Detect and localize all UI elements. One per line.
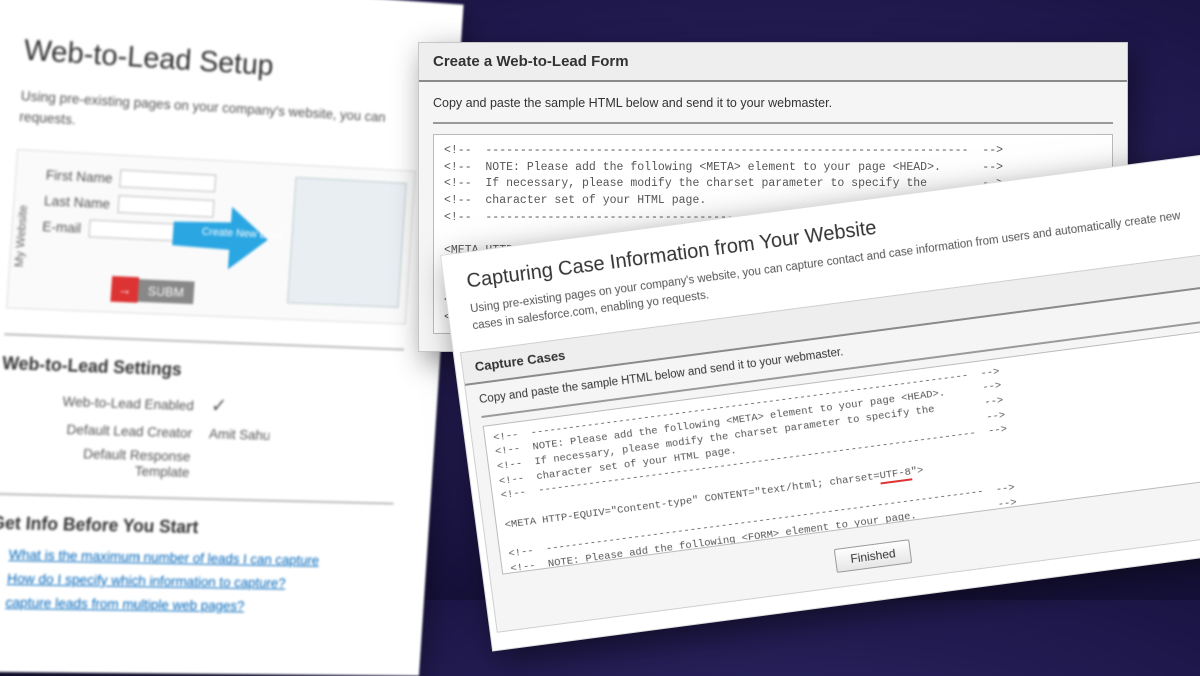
settings-block: Web-to-Lead Enabled ✓ Default Lead Creat… — [0, 386, 401, 485]
setting-label-template: Default Response Template — [24, 444, 191, 480]
finished-button[interactable]: Finished — [834, 539, 912, 573]
section-divider — [4, 333, 404, 350]
page-intro-text: Using pre-existing pages on your company… — [19, 85, 420, 149]
getinfo-heading: Get Info Before You Start — [0, 513, 392, 542]
arrow-right-icon: → — [110, 276, 139, 303]
field-label-email: E-mail — [42, 218, 82, 236]
mock-input — [120, 170, 217, 193]
field-label-last-name: Last Name — [44, 192, 111, 211]
page-title: Web-to-Lead Setup — [23, 34, 424, 92]
mock-input — [88, 219, 186, 241]
submit-button-label: SUBM — [138, 279, 195, 304]
diagram-website-label: My Website — [12, 205, 30, 268]
diagram-submit-bar: → SUBM — [110, 276, 194, 305]
setting-label-creator: Default Lead Creator — [27, 420, 193, 441]
diagram-browser-mock — [287, 177, 407, 308]
field-label-first-name: First Name — [45, 167, 113, 186]
help-link[interactable]: What is the maximum number of leads I ca… — [8, 546, 390, 569]
settings-heading: Web-to-Lead Settings — [2, 353, 403, 388]
lead-flow-diagram: My Website First Name Last Name E-mail →… — [6, 149, 416, 325]
panel-title: Create a Web-to-Lead Form — [419, 43, 1127, 82]
panel-subtitle: Copy and paste the sample HTML below and… — [419, 82, 1127, 120]
help-link[interactable]: capture leads from multiple web pages? — [5, 594, 387, 615]
setting-value-creator: Amit Sahu — [209, 426, 271, 443]
web-to-lead-setup-page: Web-to-Lead Setup Using pre-existing pag… — [0, 0, 464, 676]
checkmark-icon: ✓ — [210, 393, 228, 418]
section-divider — [0, 493, 394, 505]
setting-label-enabled: Web-to-Lead Enabled — [29, 392, 195, 413]
divider — [433, 122, 1113, 124]
getinfo-links-list: What is the maximum number of leads I ca… — [0, 546, 390, 616]
help-link[interactable]: How do I specify which information to ca… — [7, 570, 389, 592]
